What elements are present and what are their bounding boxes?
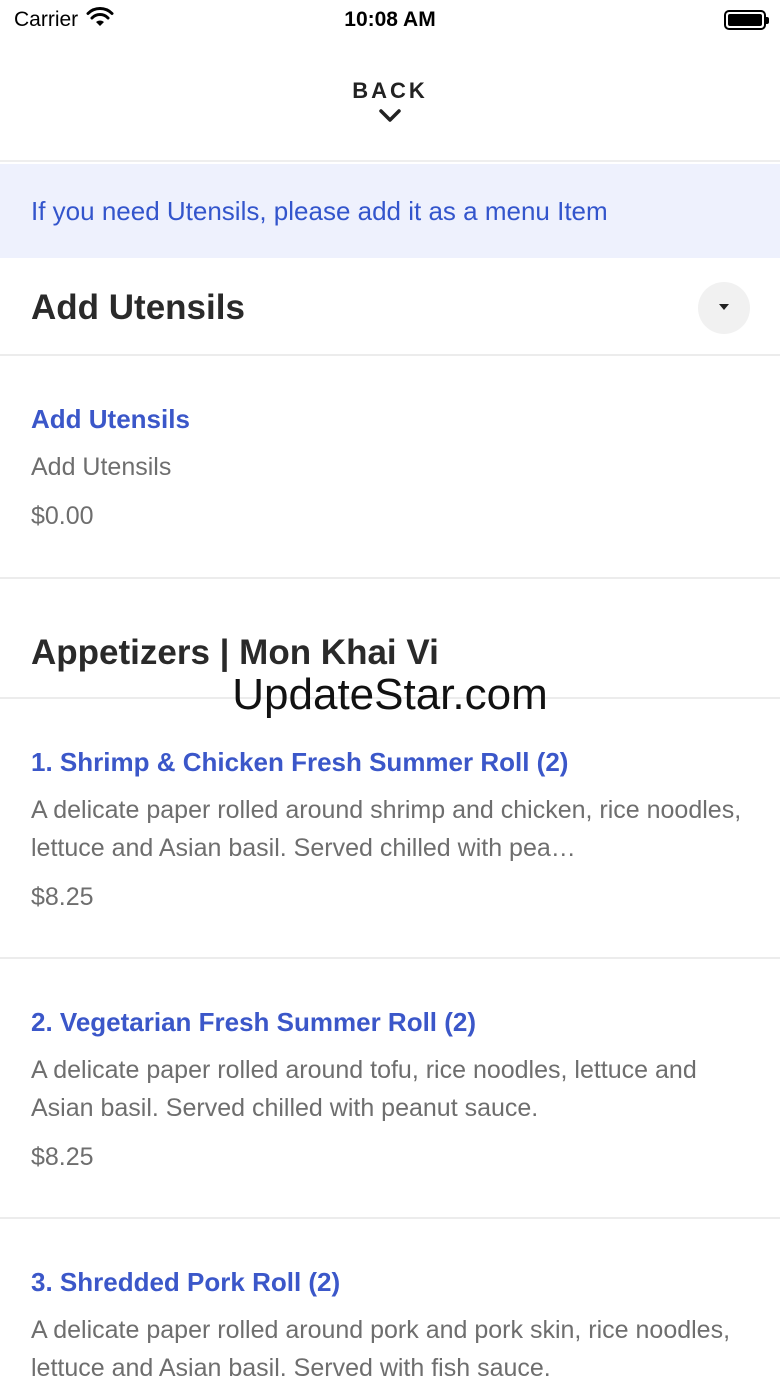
divider <box>0 1217 780 1219</box>
screen: Carrier 10:08 AM BACK If you need Utensi… <box>0 0 780 1387</box>
status-time: 10:08 AM <box>344 8 436 31</box>
menu-item[interactable]: 3. Shredded Pork Roll (2) A delicate pap… <box>31 1264 751 1387</box>
back-button[interactable]: BACK <box>0 40 780 162</box>
menu-item[interactable]: 2. Vegetarian Fresh Summer Roll (2) A de… <box>31 1004 751 1176</box>
item-name: Add Utensils <box>31 404 190 434</box>
caret-down-icon <box>717 299 731 317</box>
section-toggle-button[interactable] <box>698 282 750 334</box>
item-description: Add Utensils <box>31 453 172 481</box>
item-name: 3. Shredded Pork Roll (2) <box>31 1267 341 1297</box>
divider <box>0 957 780 959</box>
section-header-add-utensils[interactable]: Add Utensils <box>0 262 780 354</box>
chevron-down-icon <box>378 108 402 129</box>
utensils-notice: If you need Utensils, please add it as a… <box>0 164 780 258</box>
section-title: Appetizers | Mon Khai Vi <box>31 633 439 672</box>
item-name: 2. Vegetarian Fresh Summer Roll (2) <box>31 1007 477 1037</box>
divider <box>0 697 780 699</box>
wifi-icon <box>86 7 114 33</box>
item-price: $8.25 <box>31 1143 94 1171</box>
section-header-appetizers: Appetizers | Mon Khai Vi <box>0 625 780 681</box>
item-description: A delicate paper rolled around shrimp an… <box>31 796 742 862</box>
section-title: Add Utensils <box>31 288 245 327</box>
item-price: $0.00 <box>31 502 94 530</box>
carrier-label: Carrier <box>14 8 79 31</box>
menu-item[interactable]: Add Utensils Add Utensils $0.00 <box>31 401 751 535</box>
divider <box>0 577 780 579</box>
battery-icon <box>724 10 769 30</box>
menu-item[interactable]: 1. Shrimp & Chicken Fresh Summer Roll (2… <box>31 744 751 916</box>
divider <box>0 354 780 356</box>
status-bar: Carrier 10:08 AM <box>0 0 780 40</box>
item-name: 1. Shrimp & Chicken Fresh Summer Roll (2… <box>31 747 569 777</box>
status-left: Carrier <box>14 7 114 33</box>
back-label: BACK <box>352 78 428 103</box>
item-price: $8.25 <box>31 883 94 911</box>
notice-text: If you need Utensils, please add it as a… <box>31 195 608 226</box>
item-description: A delicate paper rolled around tofu, ric… <box>31 1056 697 1122</box>
item-description: A delicate paper rolled around pork and … <box>31 1316 731 1382</box>
